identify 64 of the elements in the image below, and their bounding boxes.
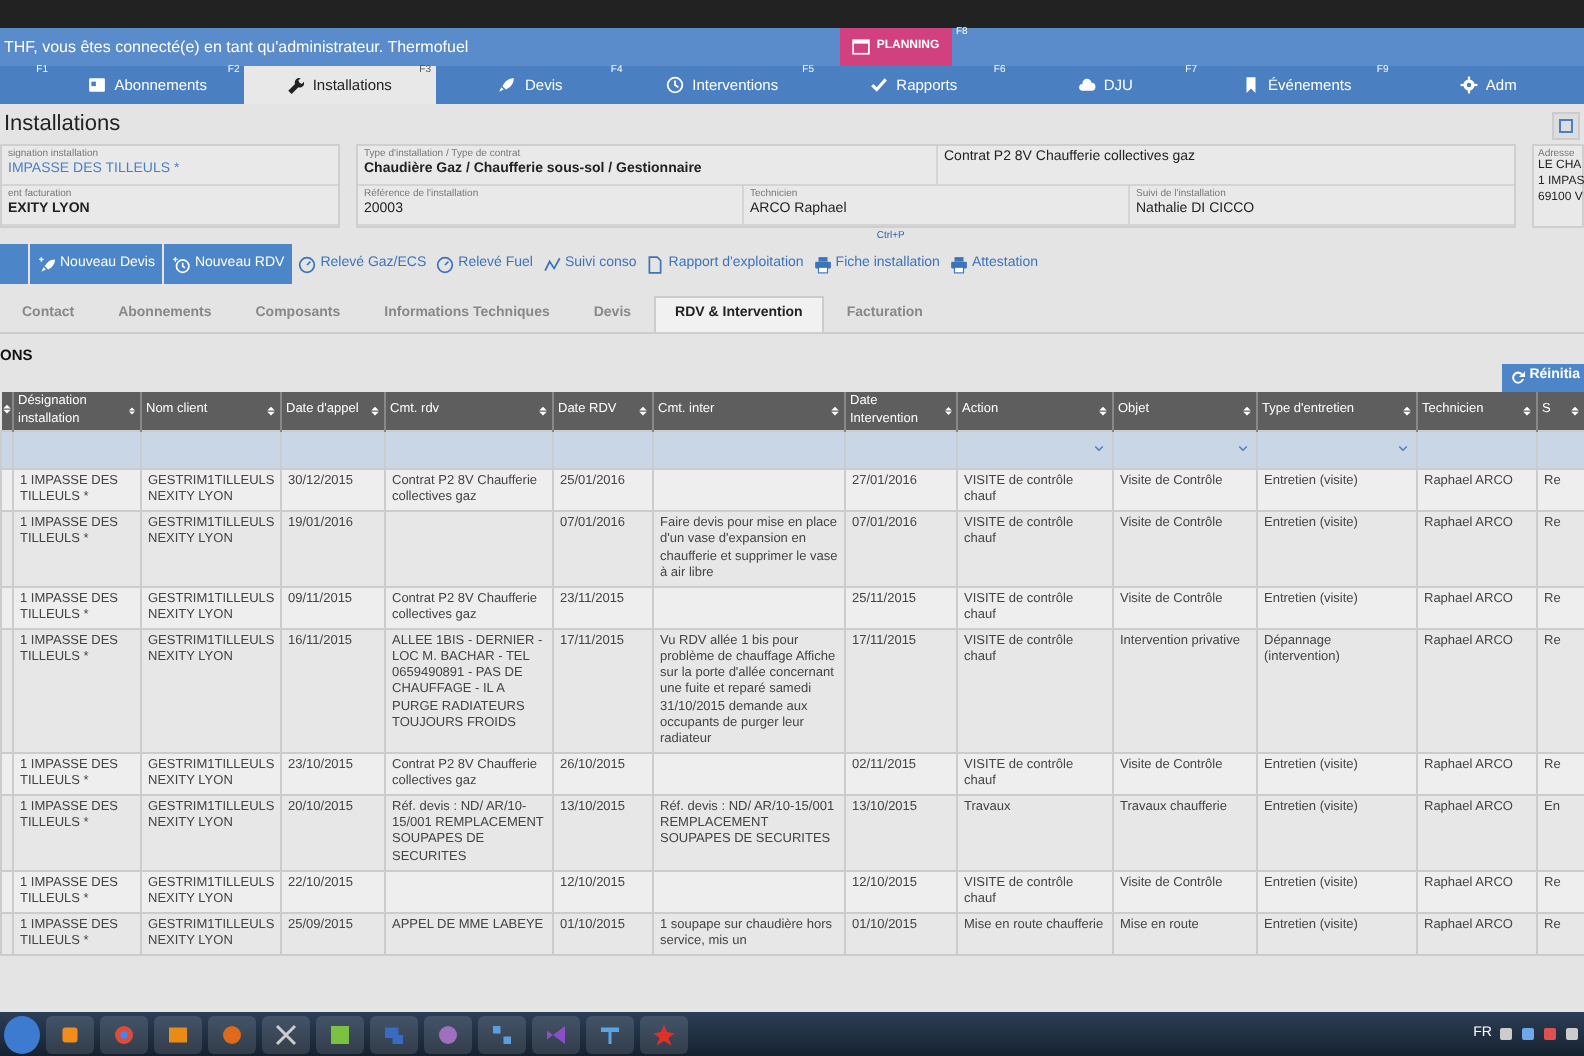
sort-icon bbox=[1098, 403, 1108, 418]
clock-icon bbox=[666, 76, 685, 94]
bookmark-icon bbox=[1242, 76, 1261, 94]
sort-icon bbox=[638, 403, 648, 418]
sort-icon bbox=[128, 403, 136, 418]
page-title: Installations bbox=[4, 112, 121, 140]
filter-cell[interactable] bbox=[13, 431, 141, 469]
app-icon bbox=[544, 1021, 568, 1047]
start-button[interactable] bbox=[4, 1015, 40, 1053]
sort-icon bbox=[538, 403, 548, 418]
square-icon-button[interactable] bbox=[1552, 112, 1580, 140]
taskbar-app-button[interactable] bbox=[316, 1015, 364, 1053]
sort-icon bbox=[370, 403, 380, 418]
filter-cell[interactable] bbox=[553, 431, 653, 469]
taskbar-app-button[interactable] bbox=[424, 1015, 472, 1053]
refresh-icon bbox=[1509, 369, 1526, 385]
browser-icon bbox=[112, 1021, 136, 1047]
taskbar-app-button[interactable] bbox=[46, 1015, 94, 1053]
welcome-text: THF, vous êtes connecté(e) en tant qu'administrateur. Thermofuel bbox=[2, 35, 469, 59]
browser-icon bbox=[220, 1021, 244, 1047]
gauge-icon bbox=[436, 255, 455, 273]
filter-cell[interactable] bbox=[281, 431, 385, 469]
square-icon bbox=[1558, 118, 1574, 134]
tools-icon bbox=[274, 1021, 298, 1047]
taskbar-app-button[interactable] bbox=[586, 1015, 634, 1053]
filter-cell[interactable] bbox=[653, 431, 845, 469]
sort-icon bbox=[266, 403, 276, 418]
chevron-down-icon bbox=[1236, 443, 1250, 454]
line-chart-icon bbox=[543, 255, 561, 273]
wrench-icon bbox=[286, 76, 305, 94]
gauge-icon bbox=[298, 255, 317, 273]
taskbar-app-button[interactable] bbox=[478, 1015, 526, 1053]
filter-cell[interactable] bbox=[1537, 431, 1584, 469]
sort-icon bbox=[1402, 403, 1412, 418]
app-icon bbox=[436, 1021, 460, 1047]
chevron-down-icon bbox=[1396, 443, 1410, 454]
filter-cell[interactable] bbox=[385, 431, 553, 469]
filter-cell[interactable] bbox=[957, 431, 1113, 469]
rocket-icon bbox=[498, 76, 517, 94]
filter-cell[interactable] bbox=[1257, 431, 1417, 469]
checkmark-icon bbox=[870, 76, 889, 94]
taskbar-app-button[interactable] bbox=[262, 1015, 310, 1053]
sort-icon bbox=[943, 403, 952, 418]
sort-icon bbox=[1570, 403, 1580, 418]
taskbar-app-button[interactable] bbox=[208, 1015, 256, 1053]
printer-icon bbox=[949, 255, 968, 273]
taskbar-app-button[interactable] bbox=[154, 1015, 202, 1053]
sort-icon bbox=[830, 403, 840, 418]
chevron-down-icon bbox=[1092, 443, 1106, 454]
filter-cell[interactable] bbox=[845, 431, 957, 469]
filter-cell[interactable] bbox=[1113, 431, 1257, 469]
plus-rocket-icon bbox=[38, 255, 56, 273]
document-icon bbox=[646, 255, 665, 273]
chart-icon bbox=[328, 1021, 352, 1047]
calendar-icon bbox=[852, 38, 871, 56]
sort-icon bbox=[1242, 403, 1252, 418]
cloud-icon bbox=[1077, 76, 1096, 94]
sort-icon bbox=[1522, 403, 1532, 418]
address-card-icon bbox=[88, 76, 107, 94]
filter-cell[interactable] bbox=[1417, 431, 1537, 469]
printer-icon bbox=[813, 255, 832, 273]
app-icon bbox=[490, 1021, 514, 1047]
plus-clock-icon bbox=[172, 255, 191, 273]
filter-cell[interactable] bbox=[141, 431, 281, 469]
